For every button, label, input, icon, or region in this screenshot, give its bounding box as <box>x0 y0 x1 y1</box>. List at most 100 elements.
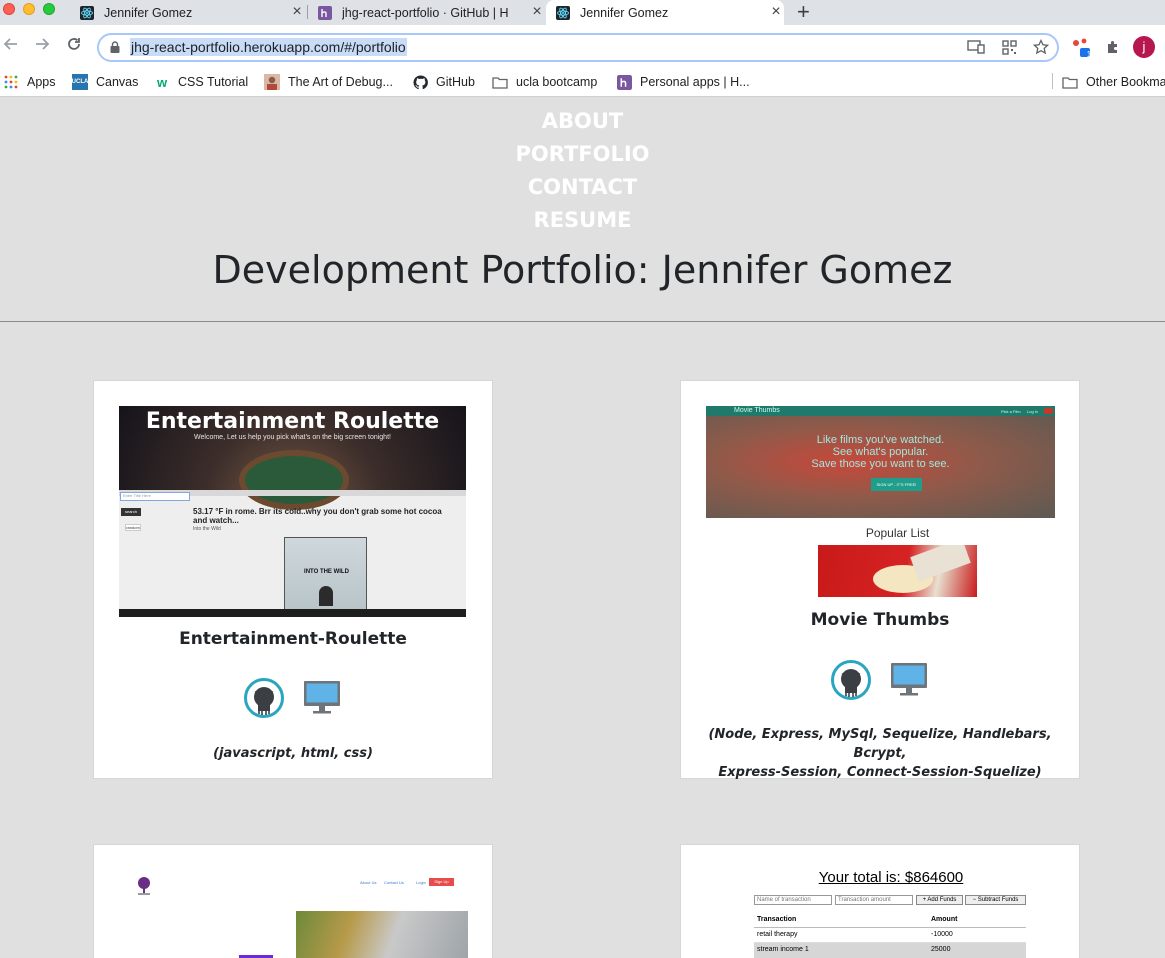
minimize-window-button[interactable] <box>23 3 35 15</box>
forward-arrow-icon[interactable] <box>34 36 50 57</box>
shot-nav-button: Sign Up <box>429 878 454 886</box>
shot-search-input: Enter Title Here <box>120 492 190 501</box>
shot-movie-poster: INTO THE WILD <box>284 537 367 611</box>
shot-table-row: retail therapy -10000 <box>754 928 1026 943</box>
pineapple-laptop-image <box>296 911 468 958</box>
qr-code-icon[interactable] <box>999 37 1019 57</box>
url-text[interactable]: jhg-react-portfolio.herokuapp.com/#/port… <box>130 38 407 56</box>
shot-subheader: Welcome, Let us help you pick what's on … <box>194 434 391 441</box>
new-tab-button[interactable]: + <box>797 1 810 23</box>
tab-title: Jennifer Gomez <box>104 5 193 20</box>
back-arrow-icon[interactable] <box>3 36 19 57</box>
maximize-window-button[interactable] <box>43 3 55 15</box>
project-tech: (Node, Express, MySql, Sequelize, Handle… <box>708 727 1052 780</box>
bookmark-label: Other Bookma <box>1086 75 1165 89</box>
shot-signup-button: SIGN UP - IT'S FREE! <box>871 478 922 491</box>
shot-brand: Movie Thumbs <box>734 407 780 414</box>
w3schools-icon: w <box>156 74 168 90</box>
shot-nav: Login <box>416 880 426 885</box>
shot-nav: Log in <box>1027 409 1038 414</box>
portrait-icon <box>264 74 280 90</box>
divider <box>0 321 1165 322</box>
profile-avatar[interactable]: j <box>1133 36 1155 58</box>
popular-list-label: Popular List <box>865 526 930 540</box>
bookmark-label: Canvas <box>96 75 139 89</box>
puzzle-piece-icon[interactable] <box>1103 37 1123 57</box>
cast-icon[interactable] <box>966 37 986 57</box>
browser-tab[interactable]: jhg-react-portfolio · GitHub | H × <box>308 0 545 25</box>
bookmark-label: CSS Tutorial <box>178 75 249 89</box>
bookmarks-divider <box>1052 73 1053 89</box>
nav-about-link[interactable]: ABOUT <box>0 108 1165 141</box>
folder-icon <box>492 74 508 90</box>
page-title: Development Portfolio: Jennifer Gomez <box>212 248 953 292</box>
bookmarks-bar: Apps UCLA Canvas w CSS Tutorial The Art … <box>0 67 1165 97</box>
shot-nav: Pick a Film <box>1001 409 1021 414</box>
github-icon <box>412 74 428 90</box>
reload-icon[interactable] <box>66 36 82 57</box>
project-card: Movie Thumbs Pick a Film Log in Like fil… <box>680 380 1080 780</box>
shot-header: Entertainment Roulette <box>145 409 440 434</box>
shot-search-button: search <box>121 508 141 516</box>
project-tech: (javascript, html, css) <box>213 746 373 761</box>
shot-weather: 53.17 °F in rome. Brr its cold..why you … <box>193 507 442 525</box>
popcorn-image[interactable] <box>818 545 977 597</box>
project-screenshot[interactable]: Entertainment Roulette Welcome, Let us h… <box>119 406 466 617</box>
bookmark-label: Personal apps | H... <box>640 75 750 89</box>
bookmark-art-of-debugging[interactable]: The Art of Debug... <box>264 72 393 92</box>
close-tab-icon[interactable]: × <box>529 3 545 21</box>
close-tab-icon[interactable]: × <box>289 3 305 21</box>
github-icon[interactable] <box>244 678 284 718</box>
bookmark-label: ucla bootcamp <box>516 75 598 89</box>
nav-contact-link[interactable]: CONTACT <box>0 174 1165 207</box>
project-card: About Us Contact Us Login Sign Up <box>93 844 493 958</box>
nav-portfolio-link[interactable]: PORTFOLIO <box>0 141 1165 174</box>
project-card: Your total is: $864600 Name of transacti… <box>680 844 1080 958</box>
shot-random-button: random <box>125 524 141 531</box>
shot-table-header: Transaction Amount <box>754 913 1026 928</box>
portfolio-page: ABOUT PORTFOLIO CONTACT RESUME Developme… <box>0 97 1165 958</box>
monitor-icon[interactable] <box>303 680 341 714</box>
star-icon[interactable] <box>1031 37 1051 57</box>
bookmark-other-bookmarks[interactable]: Other Bookma <box>1062 72 1165 92</box>
shot-name-input: Name of transaction <box>754 895 832 905</box>
shot-navbar: Movie Thumbs Pick a Film Log in <box>706 406 1055 416</box>
roulette-wheel <box>239 450 349 510</box>
monitor-icon[interactable] <box>890 662 928 696</box>
close-tab-icon[interactable]: × <box>768 3 784 21</box>
roulette-banner: Entertainment Roulette Welcome, Let us h… <box>119 406 466 510</box>
heroku-icon <box>318 5 332 20</box>
react-icon <box>80 5 94 20</box>
bookmark-label: Apps <box>27 75 56 89</box>
nav-resume-link[interactable]: RESUME <box>0 207 1165 240</box>
shot-subtract-funds-button: − Subtract Funds <box>965 895 1026 905</box>
shot-tagline: Like films you've watched. See what's po… <box>811 434 950 470</box>
project-title: Movie Thumbs <box>810 610 950 630</box>
bookmark-css-tutorial[interactable]: w CSS Tutorial <box>154 72 248 92</box>
heroku-icon <box>616 74 632 90</box>
bookmark-apps[interactable]: Apps <box>3 72 56 92</box>
project-screenshot[interactable]: Your total is: $864600 Name of transacti… <box>751 869 1031 958</box>
github-icon[interactable] <box>831 660 871 700</box>
extension-badge: 1 <box>1086 50 1092 59</box>
shot-nav: Contact Us <box>384 880 404 885</box>
tab-bar: Jennifer Gomez × jhg-react-portfolio · G… <box>0 0 1165 25</box>
browser-tab-active[interactable]: Jennifer Gomez × <box>546 0 784 25</box>
project-screenshot[interactable]: About Us Contact Us Login Sign Up <box>119 870 468 958</box>
apps-grid-icon <box>3 74 19 90</box>
tab-title: Jennifer Gomez <box>580 5 669 20</box>
lock-icon[interactable] <box>110 40 120 53</box>
site-nav: ABOUT PORTFOLIO CONTACT RESUME <box>0 108 1165 240</box>
shot-movie: Into the Wild <box>193 526 221 532</box>
bookmark-personal-apps[interactable]: Personal apps | H... <box>616 72 750 92</box>
bookmark-github[interactable]: GitHub <box>412 72 475 92</box>
tree-logo-icon <box>135 876 153 895</box>
project-card: Entertainment Roulette Welcome, Let us h… <box>93 380 493 779</box>
close-window-button[interactable] <box>3 3 15 15</box>
bookmark-label: GitHub <box>436 75 475 89</box>
bookmark-ucla-bootcamp[interactable]: ucla bootcamp <box>492 72 597 92</box>
tab-title: jhg-react-portfolio · GitHub | H <box>342 5 509 20</box>
browser-tab[interactable]: Jennifer Gomez × <box>70 0 305 25</box>
bookmark-canvas[interactable]: UCLA Canvas <box>72 72 138 92</box>
project-screenshot[interactable]: Movie Thumbs Pick a Film Log in Like fil… <box>706 406 1055 518</box>
